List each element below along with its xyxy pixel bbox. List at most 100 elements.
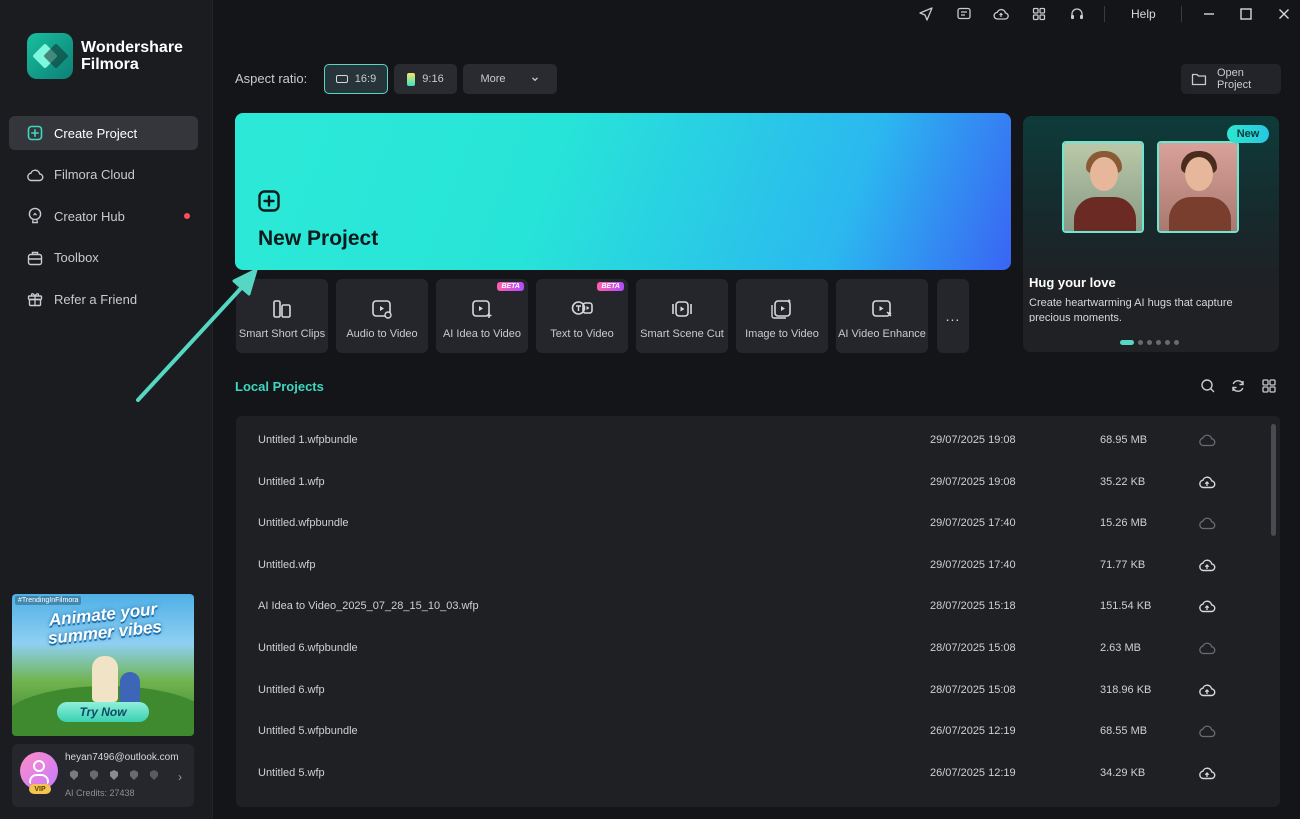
project-name: Untitled 6.wfp — [258, 683, 325, 696]
sidebar-item-create-project[interactable]: Create Project — [9, 116, 198, 150]
smart-scene-cut-icon — [672, 301, 692, 317]
aspect-9-16-button[interactable]: 9:16 — [394, 64, 457, 94]
table-row[interactable]: Untitled 1.wfp 29/07/2025 19:08 35.22 KB — [236, 460, 1266, 502]
new-badge: New — [1227, 125, 1269, 143]
beta-badge: BETA — [497, 282, 524, 291]
notification-dot — [184, 213, 190, 220]
project-name: Untitled 6.wfpbundle — [258, 642, 358, 654]
cloud-upload-icon[interactable] — [1198, 766, 1216, 780]
project-date: 28/07/2025 15:08 — [930, 642, 1016, 654]
cloud-upload-icon[interactable] — [1198, 683, 1216, 697]
help-menu[interactable]: Help — [1131, 7, 1156, 21]
chevron-down-icon — [531, 77, 538, 82]
toolbox-icon — [26, 249, 44, 267]
project-date: 28/07/2025 15:18 — [930, 600, 1016, 613]
more-tools-button[interactable]: ... — [937, 279, 969, 353]
promo-try-now-button[interactable]: Try Now — [57, 702, 149, 722]
cloud-upload-icon[interactable] — [1198, 475, 1216, 489]
cloud-synced-icon[interactable] — [1198, 516, 1216, 530]
sidebar: Wondershare Filmora Create Project Filmor… — [0, 0, 213, 819]
minimize-icon[interactable] — [1201, 6, 1217, 22]
tool-ai-video-enhance[interactable]: AI Video Enhance — [836, 279, 928, 353]
tool-smart-scene-cut[interactable]: Smart Scene Cut — [636, 279, 728, 353]
table-row[interactable]: Untitled 5.wfp 26/07/2025 12:19 34.29 KB — [236, 751, 1266, 793]
project-size: 68.55 MB — [1100, 725, 1148, 738]
sidebar-item-label: Refer a Friend — [54, 291, 138, 307]
table-row[interactable]: AI Idea to Video_2025_07_28_15_10_03.wfp… — [236, 584, 1266, 626]
carousel-dot[interactable] — [1165, 340, 1170, 345]
promo-banner[interactable]: #TrendingInFilmora Animate your summer v… — [12, 594, 194, 736]
aspect-more-dropdown[interactable]: More — [463, 64, 557, 94]
carousel-dot[interactable] — [1156, 340, 1161, 345]
chevron-right-icon[interactable]: › — [178, 770, 182, 784]
local-projects-title: Local Projects — [235, 379, 324, 394]
send-icon[interactable] — [918, 6, 934, 22]
sidebar-item-refer-a-friend[interactable]: Refer a Friend — [9, 282, 198, 316]
project-size: 34.29 KB — [1100, 766, 1146, 779]
text-to-video-icon — [571, 301, 593, 315]
sidebar-item-toolbox[interactable]: Toolbox — [9, 241, 198, 275]
sidebar-item-label: Create Project — [54, 125, 138, 141]
sidebar-item-label: Filmora Cloud — [54, 167, 135, 183]
tool-ai-idea-to-video[interactable]: BETA AI Idea to Video — [436, 279, 528, 353]
promo-figure-illustration — [92, 656, 118, 702]
table-row[interactable]: Untitled.wfpbundle 29/07/2025 17:40 15.2… — [236, 501, 1266, 543]
carousel-dot[interactable] — [1174, 340, 1179, 345]
app-logo[interactable]: Wondershare Filmora — [27, 33, 183, 79]
maximize-icon[interactable] — [1238, 6, 1254, 22]
tool-label: AI Video Enhance — [838, 328, 926, 340]
table-row[interactable]: Untitled.wfp 29/07/2025 17:40 71.77 KB — [236, 543, 1266, 585]
cloud-upload-icon[interactable] — [1198, 599, 1216, 613]
tool-audio-to-video[interactable]: Audio to Video — [336, 279, 428, 353]
grid-view-icon[interactable] — [1261, 378, 1277, 394]
carousel-dot[interactable] — [1147, 340, 1152, 345]
aspect-ratio-label: Aspect ratio: — [235, 71, 308, 86]
audio-to-video-icon — [372, 300, 392, 319]
badge-icon — [130, 770, 138, 780]
tool-image-to-video[interactable]: Image to Video — [736, 279, 828, 353]
project-date: 29/07/2025 17:40 — [930, 558, 1016, 571]
carousel-dot[interactable] — [1120, 340, 1134, 345]
cloud-synced-icon[interactable] — [1198, 433, 1216, 447]
account-panel[interactable]: VIP heyan7496@outlook.com › AI Credits: … — [12, 744, 194, 807]
project-size: 71.77 KB — [1100, 558, 1146, 571]
feature-banner[interactable]: New Hug your love Create heartwarming AI… — [1023, 116, 1279, 352]
project-date: 28/07/2025 15:08 — [930, 683, 1016, 696]
cloud-synced-icon[interactable] — [1198, 724, 1216, 738]
sidebar-nav: Create Project Filmora Cloud Creator Hub… — [9, 116, 198, 324]
aspect-16-9-button[interactable]: 16:9 — [324, 64, 388, 94]
banner-photo — [1062, 141, 1144, 233]
open-project-button[interactable]: Open Project — [1181, 64, 1281, 94]
close-icon[interactable] — [1276, 6, 1292, 22]
sidebar-item-label: Creator Hub — [54, 208, 125, 224]
new-project-button[interactable]: New Project — [235, 113, 1011, 270]
message-icon[interactable] — [956, 6, 972, 22]
filmora-logo-icon — [27, 33, 73, 79]
sidebar-item-filmora-cloud[interactable]: Filmora Cloud — [9, 158, 198, 192]
list-scrollbar[interactable] — [1271, 424, 1276, 536]
grid-apps-icon[interactable] — [1031, 6, 1047, 22]
tool-text-to-video[interactable]: BETA Text to Video — [536, 279, 628, 353]
sidebar-item-creator-hub[interactable]: Creator Hub — [9, 199, 198, 233]
search-icon[interactable] — [1200, 378, 1216, 394]
sidebar-item-label: Toolbox — [54, 250, 99, 266]
table-row[interactable]: Untitled 1.wfpbundle 29/07/2025 19:08 68… — [236, 418, 1266, 460]
gift-icon — [26, 290, 44, 308]
landscape-ratio-icon — [335, 75, 348, 83]
table-row[interactable]: Untitled 6.wfp 28/07/2025 15:08 318.96 K… — [236, 668, 1266, 710]
headset-icon[interactable] — [1069, 6, 1085, 22]
project-name: Untitled 5.wfp — [258, 766, 325, 779]
refresh-icon[interactable] — [1230, 378, 1246, 394]
table-row[interactable]: Untitled 5.wfpbundle 26/07/2025 12:19 68… — [236, 709, 1266, 751]
table-row[interactable]: Untitled 6.wfpbundle 28/07/2025 15:08 2.… — [236, 626, 1266, 668]
project-date: 26/07/2025 12:19 — [930, 766, 1016, 779]
portrait-ratio-icon — [407, 72, 416, 86]
project-date: 26/07/2025 12:19 — [930, 725, 1016, 738]
cloud-upload-icon[interactable] — [993, 6, 1009, 22]
cloud-synced-icon[interactable] — [1198, 641, 1216, 655]
cloud-upload-icon[interactable] — [1198, 558, 1216, 572]
carousel-dot[interactable] — [1138, 340, 1143, 345]
tool-smart-short-clips[interactable]: Smart Short Clips — [236, 279, 328, 353]
ai-idea-to-video-icon — [472, 300, 492, 318]
tool-label: Image to Video — [745, 328, 819, 340]
